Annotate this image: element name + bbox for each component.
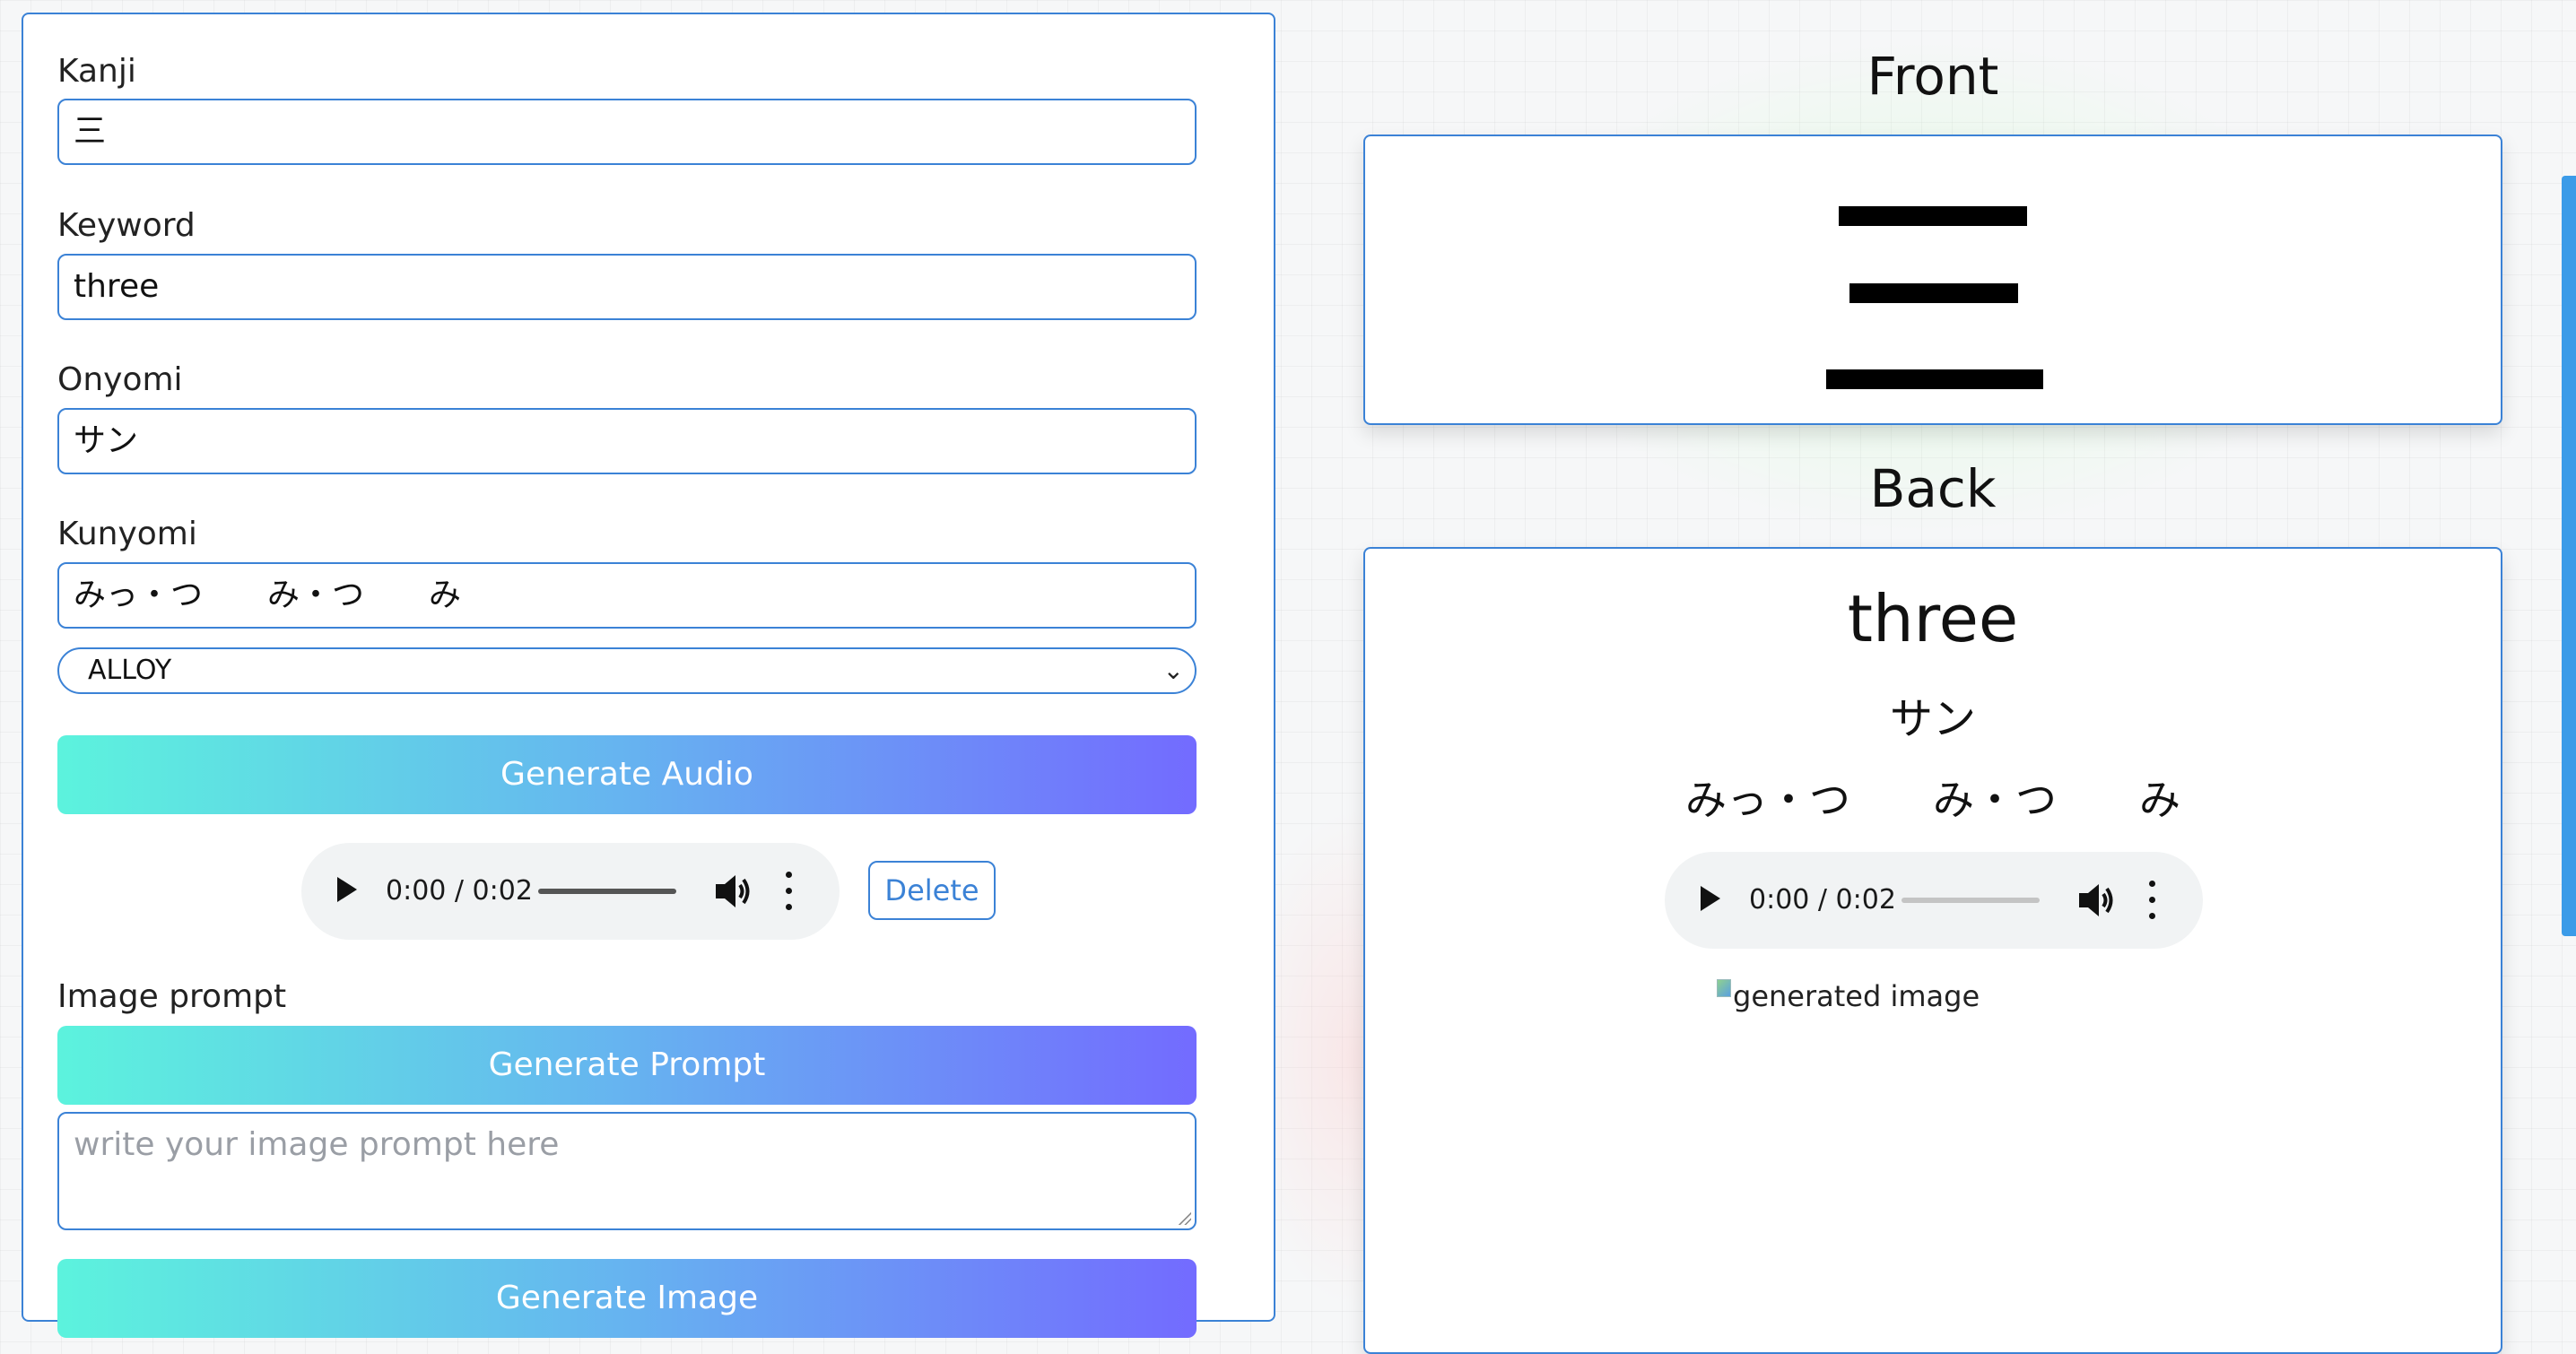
generate-prompt-button[interactable]: Generate Prompt [57, 1026, 1197, 1105]
resize-handle-icon[interactable] [1177, 1211, 1191, 1225]
broken-image-icon [1717, 979, 1731, 997]
play-icon[interactable] [1701, 886, 1720, 911]
image-prompt-textarea[interactable]: write your image prompt here [57, 1112, 1197, 1230]
back-heading: Back [1869, 458, 1997, 519]
onyomi-input[interactable]: サン [57, 408, 1197, 474]
back-onyomi: サン [1889, 694, 1976, 744]
audio-time: 0:00 / 0:02 [386, 875, 533, 907]
front-card: 三 [1363, 135, 2502, 425]
scrollbar-thumb[interactable] [2562, 176, 2576, 936]
keyword-input[interactable]: three [57, 254, 1197, 320]
image-prompt-label: Image prompt [57, 978, 287, 1015]
kanji-label: Kanji [57, 53, 136, 90]
kunyomi-label: Kunyomi [57, 516, 197, 552]
play-icon[interactable] [337, 877, 357, 902]
onyomi-label: Onyomi [57, 361, 183, 398]
generated-image: generated image [1717, 979, 1980, 1013]
back-card: three サン みっ・つ み・つ み 0:00 / 0:02 generate… [1363, 547, 2502, 1354]
kunyomi-input[interactable]: みっ・つ み・つ み [57, 562, 1197, 629]
generated-image-alt: generated image [1733, 979, 1980, 1013]
more-options-icon[interactable] [784, 872, 793, 911]
keyword-label: Keyword [57, 207, 196, 244]
audio-player[interactable]: 0:00 / 0:02 [301, 843, 840, 940]
front-heading: Front [1867, 46, 1999, 107]
kanji-input[interactable]: 三 [57, 99, 1197, 165]
delete-audio-button[interactable]: Delete [868, 861, 996, 920]
generate-audio-button[interactable]: Generate Audio [57, 735, 1197, 814]
image-prompt-placeholder: write your image prompt here [74, 1126, 560, 1163]
volume-icon[interactable] [2077, 879, 2113, 922]
audio-time: 0:00 / 0:02 [1749, 884, 1896, 916]
front-kanji: 三 [1365, 136, 2501, 423]
voice-select-value: ALLOY [88, 655, 172, 686]
back-kunyomi: みっ・つ み・つ み [1685, 776, 2180, 824]
more-options-icon[interactable] [2147, 881, 2156, 920]
chevron-down-icon: ⌄ [1162, 655, 1184, 685]
back-audio-player[interactable]: 0:00 / 0:02 [1665, 852, 2203, 949]
back-keyword: three [1847, 581, 2019, 656]
generate-image-button[interactable]: Generate Image [57, 1259, 1197, 1338]
audio-progress-slider[interactable] [1902, 898, 2040, 903]
voice-select[interactable]: ALLOY ⌄ [57, 647, 1197, 694]
audio-progress-slider[interactable] [538, 889, 676, 894]
volume-icon[interactable] [714, 870, 750, 913]
